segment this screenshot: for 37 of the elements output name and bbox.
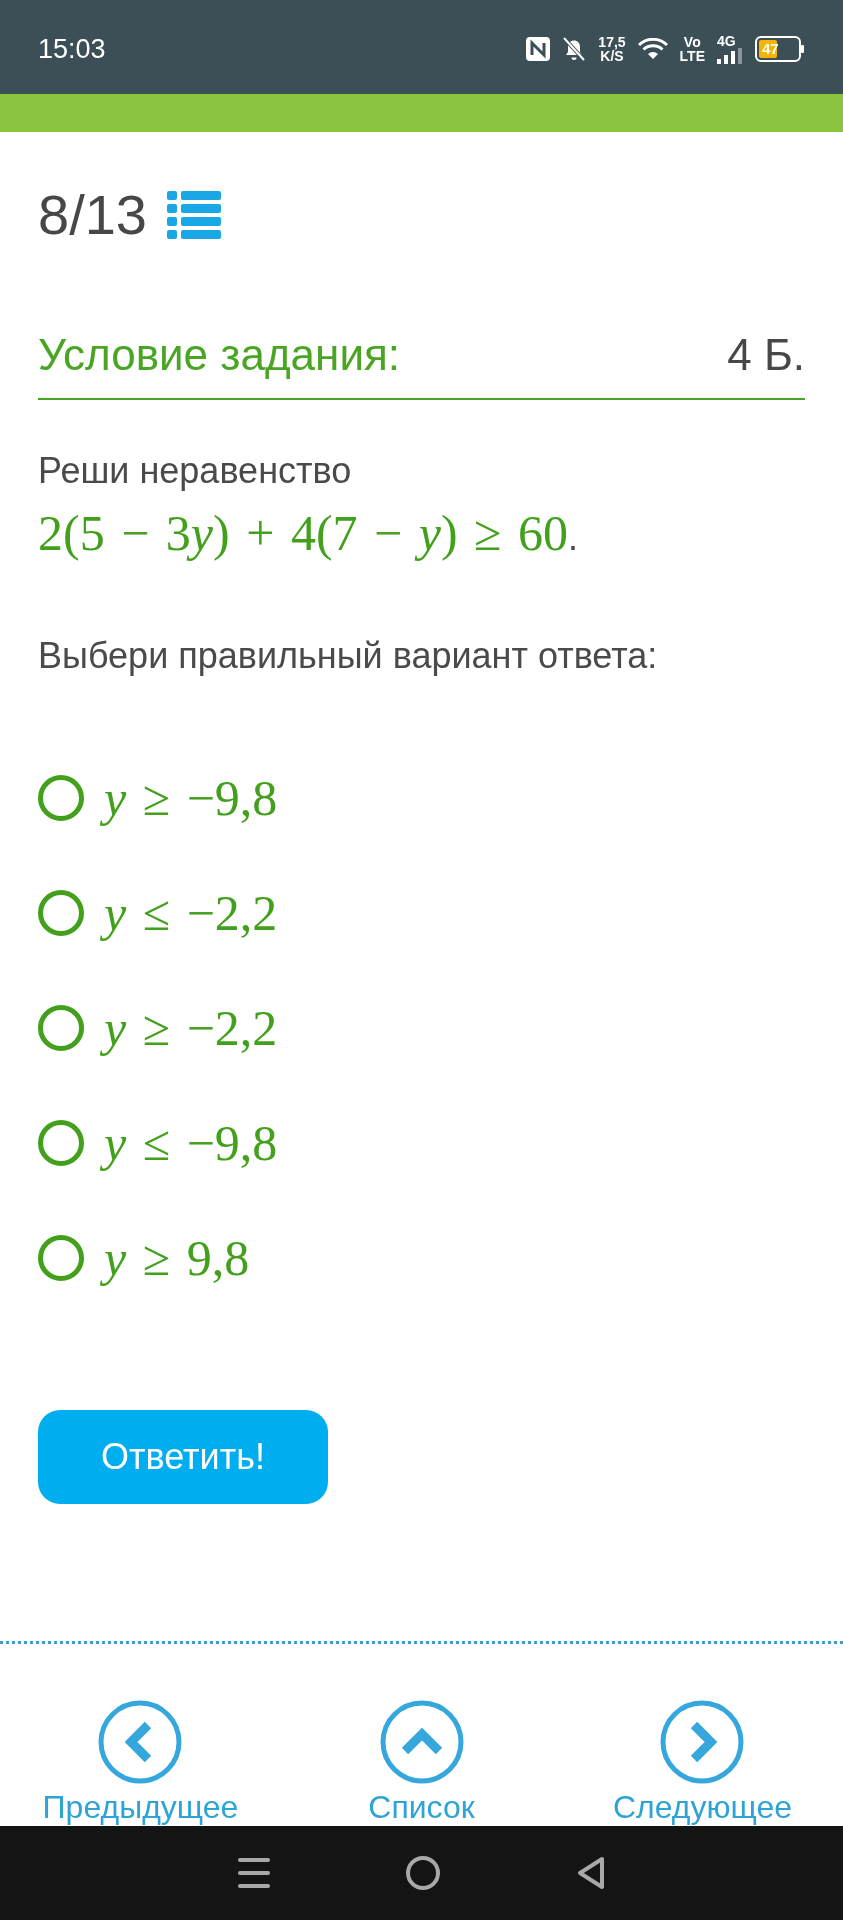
radio-button[interactable]	[38, 775, 84, 821]
radio-button[interactable]	[38, 1120, 84, 1166]
previous-link[interactable]: Предыдущее	[42, 1700, 239, 1826]
volte-text: LTE	[679, 49, 705, 63]
network-type-text: 4G	[717, 34, 736, 48]
network-speed-text: 17,5	[598, 35, 626, 49]
radio-button[interactable]	[38, 890, 84, 936]
menu-icon[interactable]	[238, 1858, 271, 1888]
speed-unit-text: K/S	[600, 49, 624, 63]
bell-off-icon	[562, 36, 587, 62]
points-text: 4 Б.	[727, 329, 805, 381]
question-counter: 8/13	[38, 185, 147, 245]
radio-button[interactable]	[38, 1235, 84, 1281]
home-circle-icon[interactable]	[406, 1856, 441, 1890]
inequality-text: 2(5 − 3y) + 4(7 − y) ≥ 60.	[38, 504, 580, 563]
clock-text: 15:03	[38, 33, 106, 65]
list-link[interactable]: Список	[368, 1700, 475, 1826]
chevron-right-circle-icon	[660, 1700, 745, 1784]
answer-option[interactable]: y ≤ −9,8	[38, 1113, 278, 1173]
nfc-icon	[526, 37, 551, 61]
chevron-up-circle-icon	[379, 1700, 464, 1784]
list-icon[interactable]	[167, 191, 221, 239]
answer-option[interactable]: y ≥ −9,8	[38, 768, 278, 828]
answer-option[interactable]: y ≥ 9,8	[38, 1228, 250, 1288]
instruction-text: Реши неравенство	[38, 450, 353, 492]
answer-option[interactable]: y ≥ −2,2	[38, 998, 278, 1058]
prompt-text: Выбери правильный вариант ответа:	[38, 635, 659, 677]
radio-button[interactable]	[38, 1005, 84, 1051]
next-link[interactable]: Следующее	[612, 1700, 793, 1826]
answer-option[interactable]: y ≤ −2,2	[38, 883, 278, 943]
back-triangle-icon[interactable]	[576, 1856, 605, 1890]
signal-bars-icon	[717, 48, 743, 64]
volte-text: Vo	[683, 35, 701, 49]
section-title: Условие задания:	[38, 329, 400, 381]
submit-button[interactable]: Ответить!	[38, 1410, 328, 1504]
chevron-left-circle-icon	[98, 1700, 183, 1784]
wifi-icon	[637, 38, 668, 60]
